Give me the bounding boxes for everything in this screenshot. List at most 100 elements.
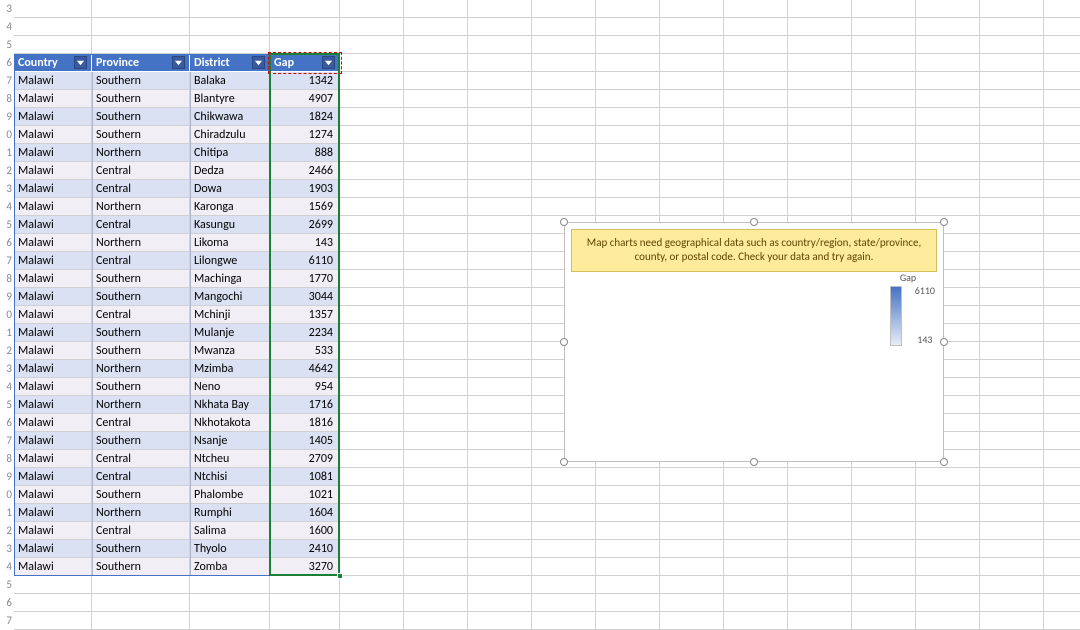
table-cell-country[interactable]: Malawi bbox=[14, 126, 92, 144]
cell[interactable] bbox=[980, 522, 1044, 540]
cell[interactable] bbox=[14, 594, 92, 612]
row-number[interactable]: 4 bbox=[0, 18, 14, 36]
row-number[interactable]: 2 bbox=[0, 522, 14, 540]
cell[interactable] bbox=[468, 54, 532, 72]
cell[interactable] bbox=[852, 486, 916, 504]
table-cell-district[interactable]: Ntcheu bbox=[190, 450, 270, 468]
cell[interactable] bbox=[788, 612, 852, 630]
cell[interactable] bbox=[190, 0, 270, 18]
table-cell-gap[interactable]: 1405 bbox=[270, 432, 340, 450]
cell[interactable] bbox=[404, 360, 468, 378]
cell[interactable] bbox=[980, 108, 1044, 126]
cell[interactable] bbox=[190, 36, 270, 54]
cell[interactable] bbox=[404, 450, 468, 468]
cell[interactable] bbox=[852, 558, 916, 576]
cell[interactable] bbox=[788, 180, 852, 198]
cell[interactable] bbox=[340, 72, 404, 90]
cell[interactable] bbox=[980, 198, 1044, 216]
cell[interactable] bbox=[404, 144, 468, 162]
table-cell-country[interactable]: Malawi bbox=[14, 414, 92, 432]
cell[interactable] bbox=[468, 360, 532, 378]
cell[interactable] bbox=[340, 270, 404, 288]
cell[interactable] bbox=[468, 306, 532, 324]
cell[interactable] bbox=[532, 72, 596, 90]
cell[interactable] bbox=[340, 216, 404, 234]
table-cell-gap[interactable]: 3044 bbox=[270, 288, 340, 306]
row-number[interactable]: 9 bbox=[0, 468, 14, 486]
cell[interactable] bbox=[660, 0, 724, 18]
table-cell-district[interactable]: Nkhotakota bbox=[190, 414, 270, 432]
table-cell-country[interactable]: Malawi bbox=[14, 162, 92, 180]
cell[interactable] bbox=[340, 234, 404, 252]
cell[interactable] bbox=[788, 558, 852, 576]
cell[interactable] bbox=[788, 576, 852, 594]
cell[interactable] bbox=[468, 162, 532, 180]
row-number[interactable]: 9 bbox=[0, 288, 14, 306]
cell[interactable] bbox=[14, 0, 92, 18]
cell[interactable] bbox=[852, 576, 916, 594]
cell[interactable] bbox=[190, 612, 270, 630]
table-cell-country[interactable]: Malawi bbox=[14, 540, 92, 558]
cell[interactable] bbox=[916, 0, 980, 18]
cell[interactable] bbox=[1044, 18, 1080, 36]
cell[interactable] bbox=[340, 594, 404, 612]
cell[interactable] bbox=[1044, 108, 1080, 126]
cell[interactable] bbox=[724, 162, 788, 180]
cell[interactable] bbox=[92, 36, 190, 54]
cell[interactable] bbox=[404, 504, 468, 522]
table-cell-district[interactable]: Rumphi bbox=[190, 504, 270, 522]
cell[interactable] bbox=[1044, 72, 1080, 90]
cell[interactable] bbox=[468, 252, 532, 270]
cell[interactable] bbox=[596, 126, 660, 144]
cell[interactable] bbox=[270, 612, 340, 630]
cell[interactable] bbox=[340, 558, 404, 576]
cell[interactable] bbox=[788, 468, 852, 486]
cell[interactable] bbox=[660, 162, 724, 180]
cell[interactable] bbox=[596, 198, 660, 216]
cell[interactable] bbox=[1044, 126, 1080, 144]
table-cell-gap[interactable]: 2234 bbox=[270, 324, 340, 342]
cell[interactable] bbox=[788, 90, 852, 108]
cell[interactable] bbox=[340, 162, 404, 180]
cell[interactable] bbox=[596, 144, 660, 162]
cell[interactable] bbox=[980, 486, 1044, 504]
row-number[interactable]: 4 bbox=[0, 198, 14, 216]
cell[interactable] bbox=[532, 162, 596, 180]
cell[interactable] bbox=[532, 0, 596, 18]
cell[interactable] bbox=[980, 0, 1044, 18]
cell[interactable] bbox=[724, 468, 788, 486]
table-cell-province[interactable]: Northern bbox=[92, 504, 190, 522]
cell[interactable] bbox=[1044, 432, 1080, 450]
cell[interactable] bbox=[916, 504, 980, 522]
row-number[interactable]: 7 bbox=[0, 432, 14, 450]
cell[interactable] bbox=[724, 594, 788, 612]
cell[interactable] bbox=[724, 0, 788, 18]
cell[interactable] bbox=[1044, 594, 1080, 612]
cell[interactable] bbox=[980, 396, 1044, 414]
table-cell-province[interactable]: Southern bbox=[92, 90, 190, 108]
cell[interactable] bbox=[340, 54, 404, 72]
row-number[interactable]: 5 bbox=[0, 36, 14, 54]
cell[interactable] bbox=[788, 0, 852, 18]
cell[interactable] bbox=[916, 144, 980, 162]
cell[interactable] bbox=[980, 252, 1044, 270]
cell[interactable] bbox=[980, 54, 1044, 72]
cell[interactable] bbox=[14, 18, 92, 36]
cell[interactable] bbox=[468, 396, 532, 414]
cell[interactable] bbox=[852, 126, 916, 144]
cell[interactable] bbox=[980, 360, 1044, 378]
row-number[interactable]: 0 bbox=[0, 126, 14, 144]
cell[interactable] bbox=[340, 450, 404, 468]
cell[interactable] bbox=[532, 108, 596, 126]
cell[interactable] bbox=[468, 342, 532, 360]
cell[interactable] bbox=[660, 540, 724, 558]
table-cell-district[interactable]: Mangochi bbox=[190, 288, 270, 306]
cell[interactable] bbox=[1044, 396, 1080, 414]
cell[interactable] bbox=[404, 378, 468, 396]
cell[interactable] bbox=[852, 612, 916, 630]
cell[interactable] bbox=[980, 576, 1044, 594]
cell[interactable] bbox=[660, 504, 724, 522]
cell[interactable] bbox=[404, 90, 468, 108]
cell[interactable] bbox=[980, 414, 1044, 432]
cell[interactable] bbox=[788, 54, 852, 72]
